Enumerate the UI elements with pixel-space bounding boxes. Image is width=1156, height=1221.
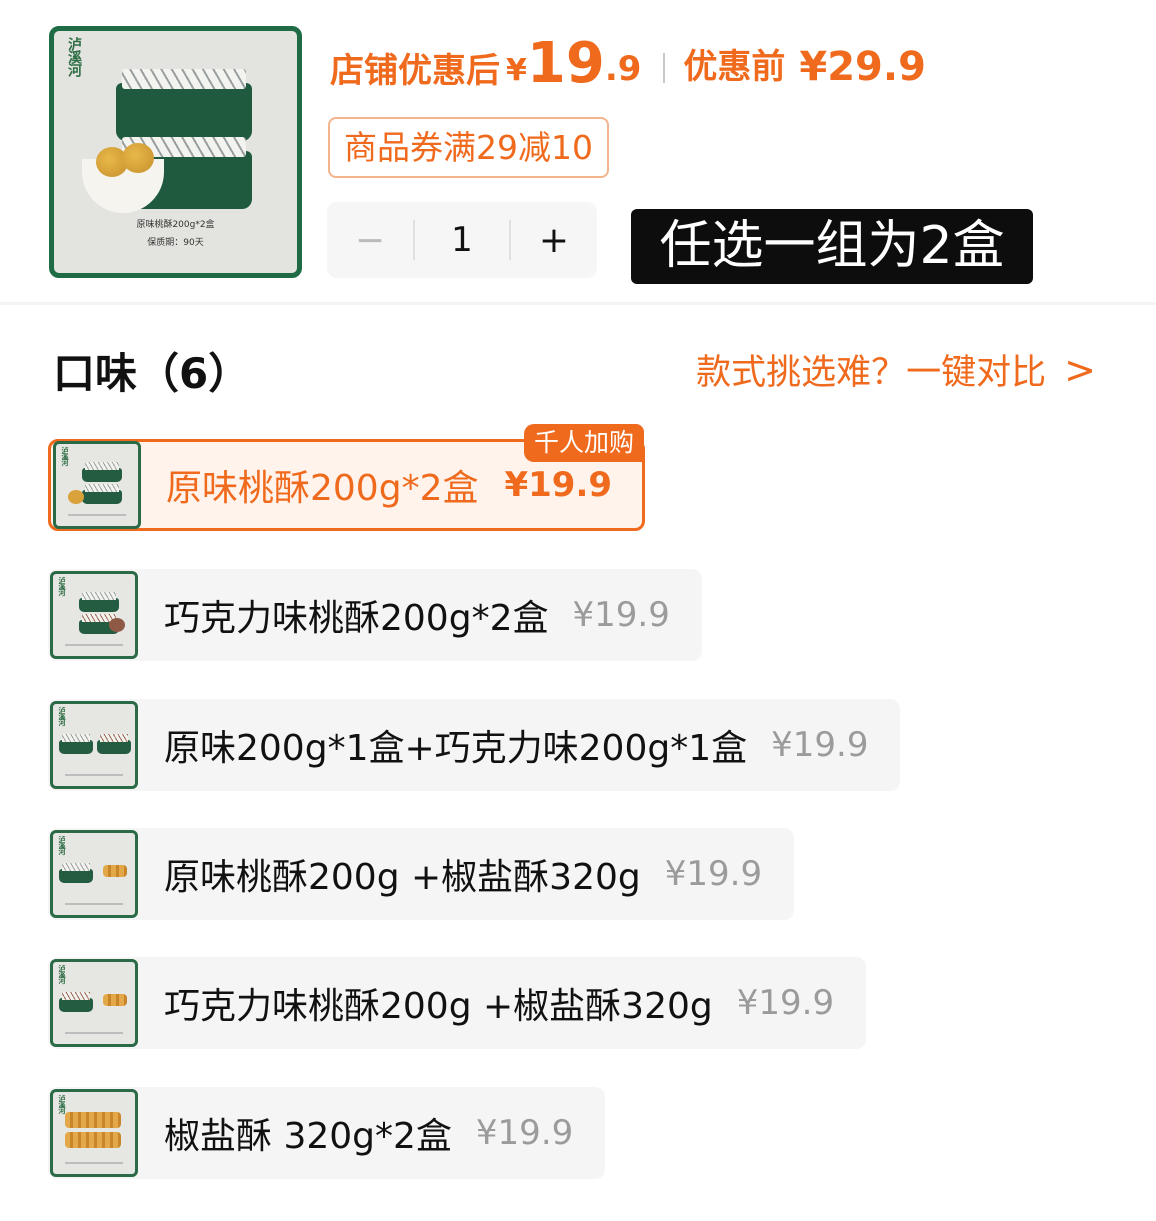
- brand-logo: 泸溪河: [61, 447, 70, 465]
- option-name: 巧克力味桃酥200g +椒盐酥320g: [164, 986, 713, 1027]
- thumbnail-caption: [65, 644, 123, 646]
- discount-price-label: 店铺优惠后: [330, 51, 500, 91]
- original-price: ¥29.9: [799, 44, 926, 90]
- option-thumbnail: 泸溪河: [50, 1089, 138, 1177]
- image-caption: 原味桃酥200g*2盒: [136, 220, 215, 230]
- compare-link[interactable]: 款式挑选难？一键对比 >: [696, 344, 1096, 395]
- cookie-graphic: [109, 618, 125, 632]
- box-graphic: [82, 462, 122, 482]
- chevron-right-icon: >: [1064, 347, 1096, 392]
- image-shelf-life: 保质期：90天: [147, 238, 204, 248]
- flavor-option-original-pepper-salt[interactable]: 泸溪河 原味桃酥200g +椒盐酥320g ¥19.9: [48, 828, 795, 920]
- option-price: ¥19.9: [664, 854, 763, 894]
- box-graphic: [59, 734, 93, 754]
- brand-logo: 泸溪河: [66, 37, 82, 76]
- price-line: 店铺优惠后 ¥ 19 .9 优惠前 ¥29.9: [330, 28, 926, 98]
- option-price: ¥19.9: [736, 983, 835, 1023]
- quantity-stepper: − 1 +: [327, 202, 597, 278]
- brand-logo: 泸溪河: [58, 707, 67, 725]
- cookie: [122, 143, 154, 173]
- pepper-salt-graphic: [103, 865, 127, 877]
- option-thumbnail: 泸溪河: [50, 701, 138, 789]
- section-divider: [0, 302, 1156, 305]
- coupon-tag[interactable]: 商品券满29减10: [328, 117, 609, 178]
- box-graphic: [79, 592, 119, 612]
- flavor-option-original-chocolate-mix[interactable]: 泸溪河 原味200g*1盒+巧克力味200g*1盒 ¥19.9: [48, 699, 901, 791]
- currency-symbol: ¥: [506, 53, 527, 88]
- box-graphic: [82, 484, 122, 504]
- pepper-salt-graphic: [65, 1132, 121, 1148]
- pepper-salt-graphic: [103, 994, 127, 1006]
- option-price: ¥19.9: [572, 595, 670, 635]
- price-divider: [663, 53, 666, 83]
- option-name: 巧克力味桃酥200g*2盒: [164, 598, 549, 639]
- option-price: ¥19.9: [504, 465, 613, 505]
- compare-link-label: 款式挑选难？一键对比: [696, 353, 1047, 393]
- flavor-option-pepper-salt-2box[interactable]: 泸溪河 椒盐酥 320g*2盒 ¥19.9: [48, 1087, 606, 1179]
- box-graphic: [59, 992, 93, 1012]
- bundle-tooltip: 任选一组为2盒: [631, 209, 1033, 284]
- brand-logo: 泸溪河: [58, 577, 67, 595]
- decrease-button[interactable]: −: [327, 202, 413, 278]
- discount-price-decimal: .9: [604, 49, 642, 89]
- pepper-salt-graphic: [65, 1112, 121, 1128]
- option-price: ¥19.9: [771, 725, 869, 765]
- discount-price-integer: 19: [526, 31, 605, 96]
- flavor-option-chocolate-2box[interactable]: 泸溪河 巧克力味桃酥200g*2盒 ¥19.9: [48, 569, 702, 661]
- product-image[interactable]: 泸溪河 原味桃酥200g*2盒 保质期：90天: [49, 26, 302, 278]
- thumbnail-caption: [65, 1162, 123, 1164]
- box-graphic: [97, 734, 131, 754]
- option-thumbnail: 泸溪河: [50, 830, 138, 918]
- option-name: 椒盐酥 320g*2盒: [164, 1116, 452, 1157]
- brand-logo: 泸溪河: [58, 836, 67, 854]
- thumbnail-caption: [65, 1032, 123, 1034]
- thumbnail-caption: [68, 514, 126, 516]
- thumbnail-caption: [65, 903, 123, 905]
- popular-badge: 千人加购: [524, 424, 645, 462]
- option-thumbnail: 泸溪河: [50, 571, 138, 659]
- option-name: 原味桃酥200g*2盒: [166, 468, 479, 509]
- option-price: ¥19.9: [475, 1113, 574, 1153]
- option-thumbnail: 泸溪河: [53, 441, 141, 529]
- option-name: 原味200g*1盒+巧克力味200g*1盒: [164, 728, 748, 769]
- product-box-top: [116, 69, 252, 141]
- quantity-value[interactable]: 1: [415, 220, 509, 260]
- option-name: 原味桃酥200g +椒盐酥320g: [164, 857, 641, 898]
- brand-logo: 泸溪河: [58, 965, 67, 983]
- brand-logo: 泸溪河: [58, 1095, 67, 1113]
- original-price-label: 优惠前: [683, 47, 786, 87]
- cookie-graphic: [68, 490, 84, 504]
- flavor-title: 口味（6）: [53, 349, 251, 398]
- increase-button[interactable]: +: [511, 202, 597, 278]
- thumbnail-caption: [65, 774, 123, 776]
- box-graphic: [59, 863, 93, 883]
- flavor-option-chocolate-pepper-salt[interactable]: 泸溪河 巧克力味桃酥200g +椒盐酥320g ¥19.9: [48, 957, 867, 1049]
- flavor-option-original-2box[interactable]: 泸溪河 原味桃酥200g*2盒 ¥19.9 千人加购: [48, 424, 646, 531]
- option-thumbnail: 泸溪河: [50, 959, 138, 1047]
